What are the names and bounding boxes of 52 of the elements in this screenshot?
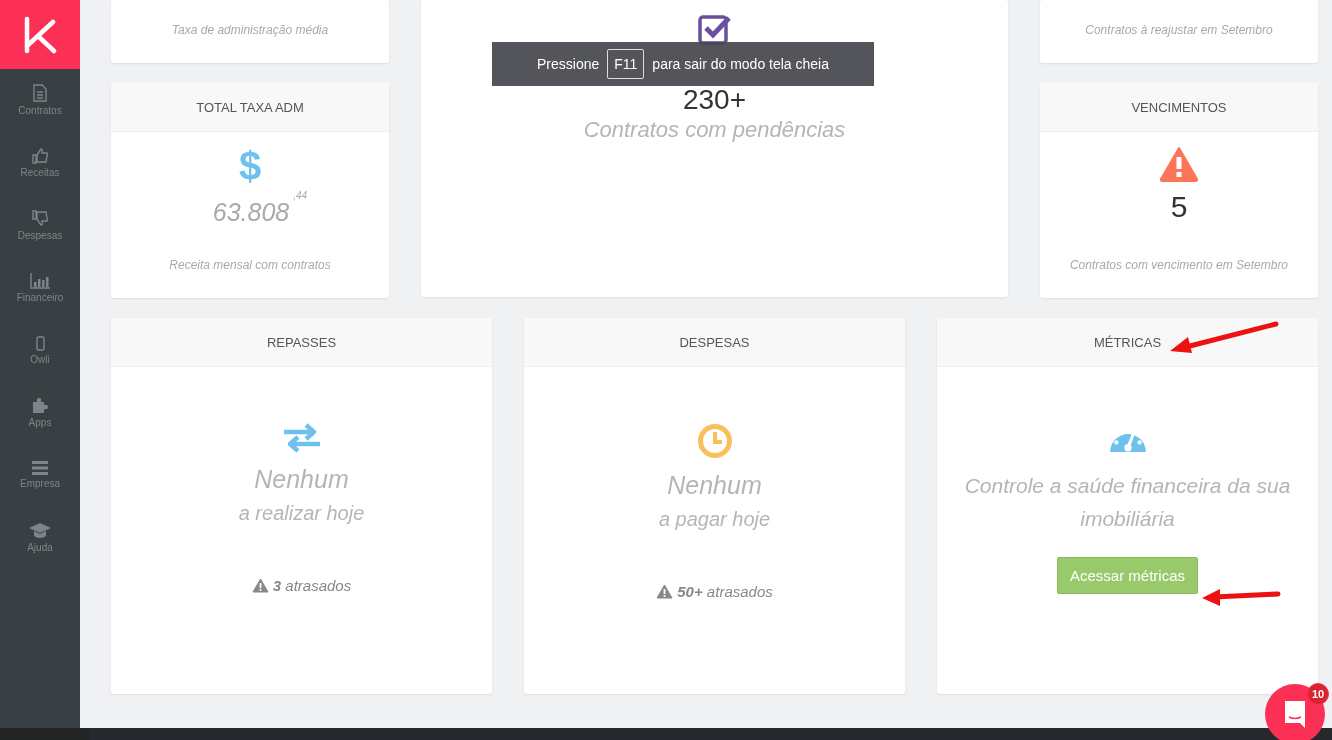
stat-value: 5 <box>1170 190 1188 224</box>
warning-icon <box>251 578 269 593</box>
stat-value: 230+ <box>682 85 747 115</box>
card-text: Controle a saúde financeira da sua imobiliária <box>963 473 1292 532</box>
key-label: F11 <box>607 49 645 79</box>
overdue-count: 3 atrasados <box>272 577 352 594</box>
checkbox-icon <box>697 13 732 45</box>
bar-chart-icon <box>30 272 50 289</box>
card-subtitle: a pagar hoje <box>658 508 771 531</box>
card-title: REPASSES <box>266 334 337 350</box>
phone-icon <box>35 335 45 351</box>
nav-item[interactable]: Financeiro <box>0 256 80 319</box>
card-caption: Contratos com pendências <box>583 117 846 143</box>
card-caption: Taxa de administração média <box>171 23 329 37</box>
card-caption: Receita mensal com contratos <box>169 258 331 272</box>
card-title: VENCIMENTOS <box>1131 99 1227 115</box>
warning-icon <box>1159 146 1199 182</box>
card-caption: Contratos à reajustar em Setembro <box>1085 23 1273 37</box>
card-title: MÉTRICAS <box>1093 334 1162 350</box>
card-title: TOTAL TAXA ADM <box>196 99 304 115</box>
card-headline: Nenhum <box>667 471 762 500</box>
menu-icon <box>32 461 48 476</box>
puzzle-icon <box>31 397 49 415</box>
notification-badge: 10 <box>1307 683 1329 705</box>
stat-value: 63.808 <box>212 198 290 227</box>
thumbs-down-icon <box>31 209 49 227</box>
transfer-arrows-icon <box>281 423 322 453</box>
nav-item[interactable]: Ajuda <box>0 506 80 569</box>
nav-item[interactable]: Owli <box>0 319 80 382</box>
chat-icon <box>1283 699 1307 729</box>
gauge-icon <box>1107 433 1148 453</box>
nav-item[interactable]: Empresa <box>0 444 80 507</box>
dollar-icon: $ <box>238 144 262 188</box>
thumbs-up-icon <box>31 147 49 165</box>
nav-item[interactable]: Receitas <box>0 131 80 194</box>
nav-item[interactable]: Apps <box>0 381 80 444</box>
card-subtitle: a realizar hoje <box>238 502 365 525</box>
card-title: DESPESAS <box>679 334 750 350</box>
card-headline: Nenhum <box>254 465 349 494</box>
graduation-cap-icon <box>29 522 51 539</box>
nav-item[interactable]: Contratos <box>0 69 80 132</box>
clock-icon <box>696 423 733 459</box>
logo-icon <box>23 15 57 54</box>
nav-item[interactable]: Despesas <box>0 194 80 257</box>
document-icon <box>33 84 47 103</box>
notice-text: Pressione <box>537 56 600 72</box>
card-caption: Contratos com vencimento em Setembro <box>1069 258 1289 272</box>
notice-text: para sair do modo tela cheia <box>652 56 829 72</box>
warning-icon <box>656 584 674 599</box>
access-metrics-button[interactable]: Acessar métricas <box>1057 557 1198 594</box>
stat-cents: ,44 <box>293 190 308 201</box>
overdue-count: 50+ atrasados <box>677 583 773 600</box>
